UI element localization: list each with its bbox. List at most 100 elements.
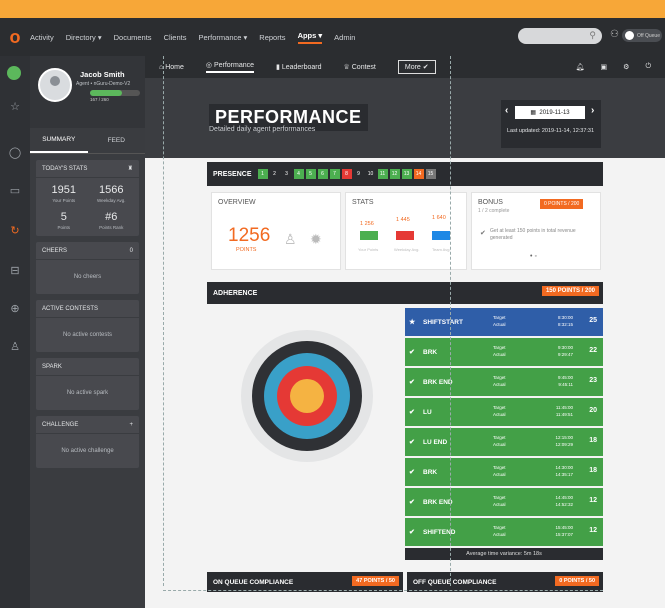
stat-value: 1951 — [51, 184, 76, 196]
presence-cell[interactable]: 10 — [365, 169, 376, 179]
todays-stats-grid: 1951 Your Points 1566 Weekday Avg. 5 Points… — [36, 178, 139, 236]
tab-summary[interactable]: SUMMARY — [30, 128, 88, 153]
star-icon[interactable]: ☆ — [7, 100, 23, 116]
row-score: 22 — [589, 347, 597, 354]
on-queue-title: ON QUEUE COMPLIANCE — [213, 578, 294, 586]
power-icon[interactable]: ⏻ — [645, 63, 651, 71]
messages-icon[interactable]: ▣ — [601, 63, 608, 71]
stat-mini-value: 1 256 — [360, 221, 374, 227]
actual-time: 12:09:29 — [555, 442, 573, 447]
todays-stats-card: TODAY'S STATS ♜ 1951 Your Points 1566 Weekd… — [36, 160, 139, 236]
sidebar-card-header: SPARK — [36, 358, 139, 376]
sidebar-cards: CHEERS 0 No cheers ACTIVE CONTESTS No active… — [30, 242, 145, 468]
adherence-row[interactable]: ★ SHIFTSTART Target Actual 8:30:00 8:32:15 25 — [405, 308, 603, 336]
target-time: 9:30:00 — [557, 345, 573, 350]
top-nav-item[interactable]: Activity — [30, 33, 54, 42]
row-name: LU END — [423, 438, 448, 446]
adherence-row[interactable]: ✔ BRK END Target Actual 9:45:00 9:45:11 23 — [405, 368, 603, 396]
presence-cell[interactable]: 6 — [317, 169, 328, 179]
adherence-row[interactable]: ✔ BRK Target Actual 9:30:00 9:29:47 22 — [405, 338, 603, 366]
check-icon: ✔ — [480, 230, 486, 237]
search-icon[interactable]: ⚲ — [589, 30, 596, 41]
stat-mini-value: 1 445 — [396, 217, 410, 223]
video-icon[interactable]: ▭ — [7, 184, 23, 200]
top-nav-item[interactable]: Clients — [164, 33, 187, 42]
presence-cell[interactable]: 1 — [257, 169, 268, 179]
queue-toggle[interactable]: Off Queue — [622, 29, 662, 42]
top-nav-item[interactable]: Apps ▾ — [297, 31, 323, 44]
subnav-performance[interactable]: ◎ Performance — [205, 61, 255, 73]
top-nav-item[interactable]: Reports — [259, 33, 285, 42]
user-icon[interactable]: ⚇ — [610, 29, 619, 40]
row-score: 12 — [589, 527, 597, 534]
presence-cell[interactable]: 2 — [269, 169, 280, 179]
adherence-row[interactable]: ✔ BRK Target Actual 14:30:00 14:35:17 18 — [405, 458, 603, 486]
actual-time: 8:32:15 — [557, 322, 573, 327]
tab-feed[interactable]: FEED — [88, 128, 146, 153]
performance-icon[interactable]: ↻ — [7, 224, 23, 240]
actual-time: 14:52:32 — [555, 502, 573, 507]
presence-cell[interactable]: 9 — [353, 169, 364, 179]
notification-icon[interactable]: 🔔︎ — [576, 63, 585, 71]
chat-icon[interactable]: ◯ — [7, 146, 23, 162]
presence-cell[interactable]: 12 — [389, 169, 400, 179]
top-nav-item[interactable]: Performance ▾ — [199, 33, 248, 42]
actual-time: 14:35:17 — [555, 472, 573, 477]
top-nav-item[interactable]: Directory ▾ — [66, 33, 102, 42]
presence-cell[interactable]: 5 — [305, 169, 316, 179]
trophy-icon[interactable]: ♜ — [128, 165, 133, 172]
presence-cell[interactable]: 15 — [425, 169, 436, 179]
stat-mini-bar — [432, 231, 450, 240]
sidebar-card-badge[interactable]: + — [129, 422, 133, 428]
presence-cell[interactable]: 8 — [341, 169, 352, 179]
globe-icon[interactable]: ⊕ — [7, 302, 23, 318]
rail-avatar[interactable] — [7, 66, 21, 80]
row-score: 12 — [589, 497, 597, 504]
settings-icon[interactable]: ⚙ — [623, 63, 629, 71]
actual-label: Actual — [493, 532, 506, 537]
stat-value: #6 — [105, 211, 118, 223]
date-input[interactable]: ▦ 2019-11-13 — [515, 106, 585, 119]
more-dropdown[interactable]: More ✔ — [397, 60, 436, 74]
subnav-leaderboard[interactable]: ▮ Leaderboard — [276, 63, 322, 71]
presence-cell[interactable]: 11 — [377, 169, 388, 179]
presence-cell[interactable]: 13 — [401, 169, 412, 179]
target-label: Target — [493, 465, 506, 470]
prev-date-button[interactable]: ‹ — [505, 105, 508, 116]
agent-name: Jacob Smith — [80, 70, 125, 79]
sidebar-card-badge[interactable]: 0 — [130, 248, 133, 254]
row-times: 8:30:00 8:32:15 — [553, 314, 573, 328]
presence-cell[interactable]: 3 — [281, 169, 292, 179]
carousel-dots[interactable]: • ◦ — [530, 253, 537, 260]
stat-your-points: 1951 Your Points — [40, 184, 88, 203]
row-target-actual-labels: Target Actual — [493, 314, 506, 328]
app-logo-icon[interactable]: o — [0, 18, 30, 56]
user-settings-icon[interactable]: ♙ — [7, 340, 23, 356]
off-queue-badge: 0 POINTS / 50 — [555, 576, 599, 586]
top-nav-bar: o Activity Directory ▾ Documents Clients Per… — [0, 18, 665, 56]
stat-points: 5 Points — [40, 211, 88, 230]
target-label: Target — [493, 375, 506, 380]
adherence-row[interactable]: ✔ LU END Target Actual 12:15:00 12:09:29 18 — [405, 428, 603, 456]
presence-cell[interactable]: 7 — [329, 169, 340, 179]
selection-guide-right — [450, 56, 451, 586]
performance-content: PRESENCE 1 2 3 4 5 6 7 8 9 10 11 12 13 14 15 OVERVIEW … — [145, 158, 665, 608]
level-progress-bar — [90, 90, 140, 96]
search-input[interactable]: ⚲ — [518, 28, 602, 44]
adherence-row[interactable]: ✔ SHIFTEND Target Actual 15:45:00 15:37:07 12 — [405, 518, 603, 546]
subnav-contest[interactable]: ♕ Contest — [344, 63, 376, 71]
top-nav-item[interactable]: Admin — [334, 33, 355, 42]
sidebar-card-title: CHEERS — [42, 247, 68, 254]
adherence-row[interactable]: ✔ BRK END Target Actual 14:45:00 14:52:32 12 — [405, 488, 603, 516]
presence-cell[interactable]: 14 — [413, 169, 424, 179]
row-times: 14:45:00 14:52:32 — [553, 494, 573, 508]
stat-value: 1566 — [99, 184, 124, 196]
sidebar-card-empty: No active contests — [62, 332, 113, 338]
top-nav-item[interactable]: Documents — [114, 33, 152, 42]
presence-cell[interactable]: 4 — [293, 169, 304, 179]
adherence-row[interactable]: ✔ LU Target Actual 11:45:00 11:49:51 20 — [405, 398, 603, 426]
next-date-button[interactable]: › — [591, 105, 594, 116]
avatar[interactable] — [38, 68, 72, 102]
inbox-icon[interactable]: ⊟ — [7, 264, 23, 280]
row-status-icon: ✔ — [409, 439, 415, 446]
